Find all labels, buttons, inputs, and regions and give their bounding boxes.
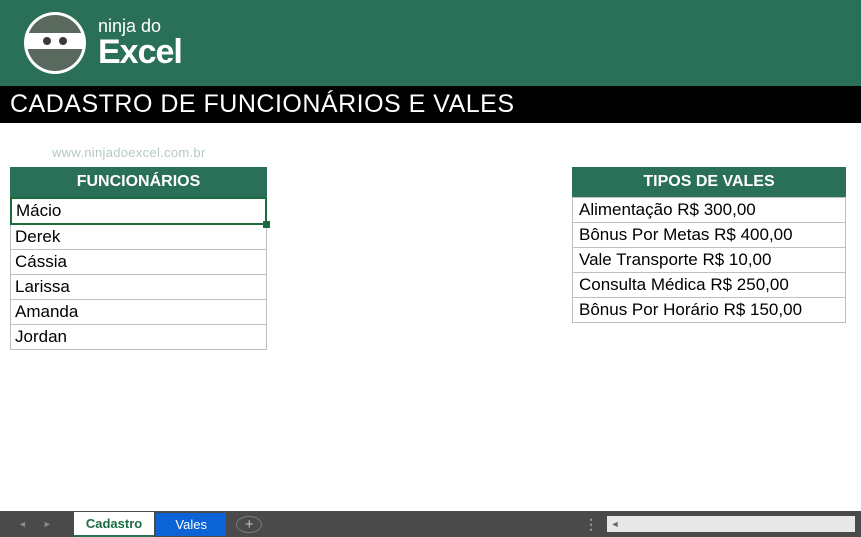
ninja-icon bbox=[27, 15, 83, 71]
cell-funcionario-3[interactable]: Larissa bbox=[10, 275, 267, 300]
tab-nav-arrows: ◄ ► bbox=[6, 519, 72, 529]
tab-cadastro[interactable]: Cadastro bbox=[74, 512, 154, 537]
cell-vale-3[interactable]: Consulta Médica R$ 250,00 bbox=[572, 273, 846, 298]
add-sheet-button[interactable]: + bbox=[236, 516, 262, 533]
funcionarios-header: FUNCIONÁRIOS bbox=[10, 167, 267, 197]
brand-bottom-line: Excel bbox=[98, 35, 182, 69]
tab-nav-next-icon[interactable]: ► bbox=[43, 519, 52, 529]
cell-funcionario-4[interactable]: Amanda bbox=[10, 300, 267, 325]
cell-vale-2[interactable]: Vale Transporte R$ 10,00 bbox=[572, 248, 846, 273]
funcionarios-table: FUNCIONÁRIOS Mácio Derek Cássia Larissa … bbox=[10, 167, 267, 501]
hscroll-left-icon[interactable]: ◄ bbox=[607, 516, 623, 532]
vales-table: TIPOS DE VALES Alimentação R$ 300,00 Bôn… bbox=[572, 167, 846, 501]
cell-funcionario-0[interactable]: Mácio bbox=[10, 197, 267, 225]
cell-funcionario-1[interactable]: Derek bbox=[10, 225, 267, 250]
tab-nav-prev-icon[interactable]: ◄ bbox=[18, 519, 27, 529]
watermark-text: www.ninjadoexcel.com.br bbox=[52, 145, 206, 160]
worksheet-content: www.ninjadoexcel.com.br FUNCIONÁRIOS Mác… bbox=[0, 123, 861, 511]
fill-handle[interactable] bbox=[263, 221, 270, 228]
horizontal-scrollbar[interactable]: ◄ bbox=[607, 516, 855, 532]
page-title: CADASTRO DE FUNCIONÁRIOS E VALES bbox=[0, 86, 861, 123]
cell-vale-0[interactable]: Alimentação R$ 300,00 bbox=[572, 197, 846, 223]
plus-icon: + bbox=[245, 516, 254, 533]
app-header-banner: ninja do Excel bbox=[0, 0, 861, 86]
hscroll-track[interactable] bbox=[623, 517, 855, 531]
cell-funcionario-5[interactable]: Jordan bbox=[10, 325, 267, 350]
cell-funcionario-2[interactable]: Cássia bbox=[10, 250, 267, 275]
sheet-tabs-bar: ◄ ► Cadastro Vales + ⋮ ◄ bbox=[0, 511, 861, 537]
cell-vale-1[interactable]: Bônus Por Metas R$ 400,00 bbox=[572, 223, 846, 248]
cell-vale-4[interactable]: Bônus Por Horário R$ 150,00 bbox=[572, 298, 846, 323]
vales-header: TIPOS DE VALES bbox=[572, 167, 846, 197]
tab-split-handle[interactable]: ⋮ bbox=[584, 516, 605, 533]
brand-logo bbox=[24, 12, 86, 74]
tab-vales[interactable]: Vales bbox=[156, 513, 226, 536]
brand-text: ninja do Excel bbox=[98, 17, 182, 69]
